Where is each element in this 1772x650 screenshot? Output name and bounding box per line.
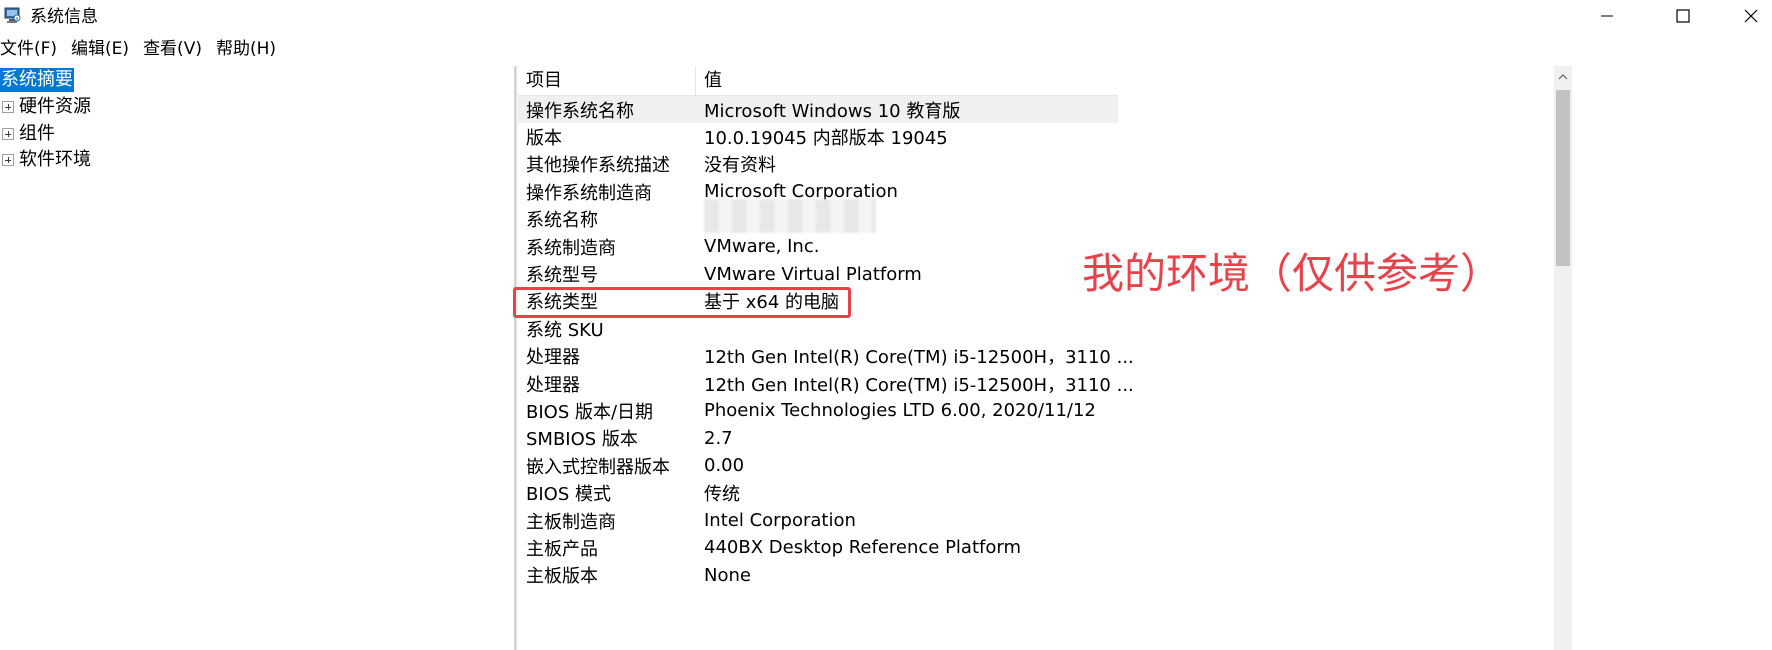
tree-item-hardware-resources[interactable]: 硬件资源: [0, 94, 92, 120]
menu-bar: 文件(F) 编辑(E) 查看(V) 帮助(H): [0, 36, 290, 62]
tree-item-label: 组件: [19, 123, 55, 144]
expand-icon[interactable]: [2, 101, 14, 113]
row-item-cell: BIOS 模式: [526, 484, 611, 506]
list-body: 操作系统名称 Microsoft Windows 10 教育版版本 10.0.190…: [518, 96, 1548, 589]
table-row[interactable]: SMBIOS 版本 2.7: [518, 425, 1548, 452]
row-value-cell: VMware, Inc.: [704, 236, 820, 258]
row-item-cell: 处理器: [526, 347, 580, 369]
row-value-cell: Phoenix Technologies LTD 6.00, 2020/11/1…: [704, 400, 1096, 422]
table-row[interactable]: BIOS 模式 传统: [518, 479, 1548, 506]
tree-item-software-environment[interactable]: 软件环境: [0, 147, 92, 173]
chevron-up-icon: [1558, 66, 1568, 85]
row-item-cell: 主板制造商: [526, 511, 616, 533]
row-item-cell: SMBIOS 版本: [526, 429, 638, 451]
table-row[interactable]: 系统 SKU: [518, 315, 1548, 342]
row-item-cell: 操作系统制造商: [526, 182, 652, 204]
row-item-cell: 系统制造商: [526, 237, 616, 259]
tree-item-label: 系统摘要: [0, 68, 74, 92]
annotation-text: 我的环境（仅供参考）: [1082, 249, 1503, 298]
minimize-icon: [1600, 8, 1614, 27]
table-row[interactable]: BIOS 版本/日期 Phoenix Technologies LTD 6.00,…: [518, 397, 1548, 424]
table-row[interactable]: 处理器 12th Gen Intel(R) Core(TM) i5-12500H，…: [518, 343, 1548, 370]
close-button[interactable]: [1730, 0, 1772, 34]
list-header: 项目 值: [518, 66, 1118, 96]
scroll-thumb[interactable]: [1556, 90, 1570, 266]
row-value-cell: 没有资料: [704, 155, 776, 177]
tree-item-components[interactable]: 组件: [0, 121, 56, 147]
row-item-cell: 版本: [526, 128, 562, 150]
window-title: 系统信息: [30, 7, 98, 27]
details-list: 项目 值 操作系统名称 Microsoft Windows 10 教育版版本 10.…: [518, 66, 1770, 650]
table-row[interactable]: 操作系统名称 Microsoft Windows 10 教育版: [518, 96, 1118, 124]
expand-icon[interactable]: [2, 154, 14, 166]
row-item-cell: 其他操作系统描述: [526, 155, 670, 177]
table-row[interactable]: 主板产品 440BX Desktop Reference Platform: [518, 534, 1548, 561]
row-item-cell: 处理器: [526, 374, 580, 396]
menu-file[interactable]: 文件(F): [0, 36, 69, 62]
row-value-cell: Microsoft Windows 10 教育版: [704, 100, 961, 122]
row-item-cell: 系统型号: [526, 265, 598, 287]
row-item-cell: 主板版本: [526, 566, 598, 588]
close-icon: [1744, 8, 1758, 27]
maximize-icon: [1676, 8, 1690, 27]
table-row[interactable]: 主板版本 None: [518, 562, 1548, 589]
tree-item-label: 软件环境: [19, 149, 91, 170]
expand-icon[interactable]: [2, 128, 14, 140]
row-value-cell: Intel Corporation: [704, 510, 856, 532]
row-value-cell: 440BX Desktop Reference Platform: [704, 537, 1021, 559]
row-item-cell: BIOS 版本/日期: [526, 401, 654, 423]
menu-help[interactable]: 帮助(H): [216, 36, 288, 62]
row-value-cell: None: [704, 564, 751, 586]
row-value-cell: 10.0.19045 内部版本 19045: [704, 128, 948, 150]
table-row[interactable]: 主板制造商 Intel Corporation: [518, 507, 1548, 534]
table-row[interactable]: 嵌入式控制器版本 0.00: [518, 452, 1548, 479]
table-row[interactable]: 操作系统制造商 Microsoft Corporation: [518, 178, 1548, 205]
table-row[interactable]: 版本 10.0.19045 内部版本 19045: [518, 123, 1548, 150]
row-value-cell: 2.7: [704, 427, 733, 449]
row-value-cell: 12th Gen Intel(R) Core(TM) i5-12500H，311…: [704, 374, 1134, 396]
tree-item-system-summary[interactable]: 系统摘要: [0, 67, 74, 93]
row-item-cell: 系统 SKU: [526, 319, 604, 341]
menu-view[interactable]: 查看(V): [143, 36, 214, 62]
system-info-app-icon: [4, 6, 22, 24]
highlight-box: [513, 287, 851, 318]
row-value-cell: 传统: [704, 484, 740, 506]
minimize-button[interactable]: [1578, 0, 1636, 34]
title-bar: 系统信息: [0, 0, 1772, 34]
row-item-cell: 主板产品: [526, 538, 598, 560]
row-value-cell: 12th Gen Intel(R) Core(TM) i5-12500H，311…: [704, 347, 1134, 369]
row-item-cell: 嵌入式控制器版本: [526, 456, 670, 478]
menu-edit[interactable]: 编辑(E): [71, 36, 141, 62]
row-item-cell: 操作系统名称: [526, 100, 634, 122]
row-value-cell: 0.00: [704, 455, 745, 477]
redacted-value: [704, 199, 876, 234]
row-value-cell: [696, 199, 876, 234]
maximize-button[interactable]: [1654, 0, 1712, 34]
table-row[interactable]: 处理器 12th Gen Intel(R) Core(TM) i5-12500H，…: [518, 370, 1548, 397]
scroll-up-button[interactable]: [1554, 66, 1572, 84]
table-row[interactable]: 其他操作系统描述 没有资料: [518, 151, 1548, 178]
row-value-cell: VMware Virtual Platform: [704, 263, 922, 285]
category-tree: 系统摘要 硬件资源 组件 软件环境: [0, 66, 515, 650]
column-header-item[interactable]: 项目: [518, 66, 696, 95]
table-row[interactable]: 系统名称: [518, 199, 1548, 234]
column-header-value[interactable]: 值: [696, 66, 1118, 95]
tree-item-label: 硬件资源: [19, 96, 91, 117]
row-item-cell: 系统名称: [526, 210, 598, 232]
vertical-scrollbar[interactable]: [1554, 66, 1572, 650]
